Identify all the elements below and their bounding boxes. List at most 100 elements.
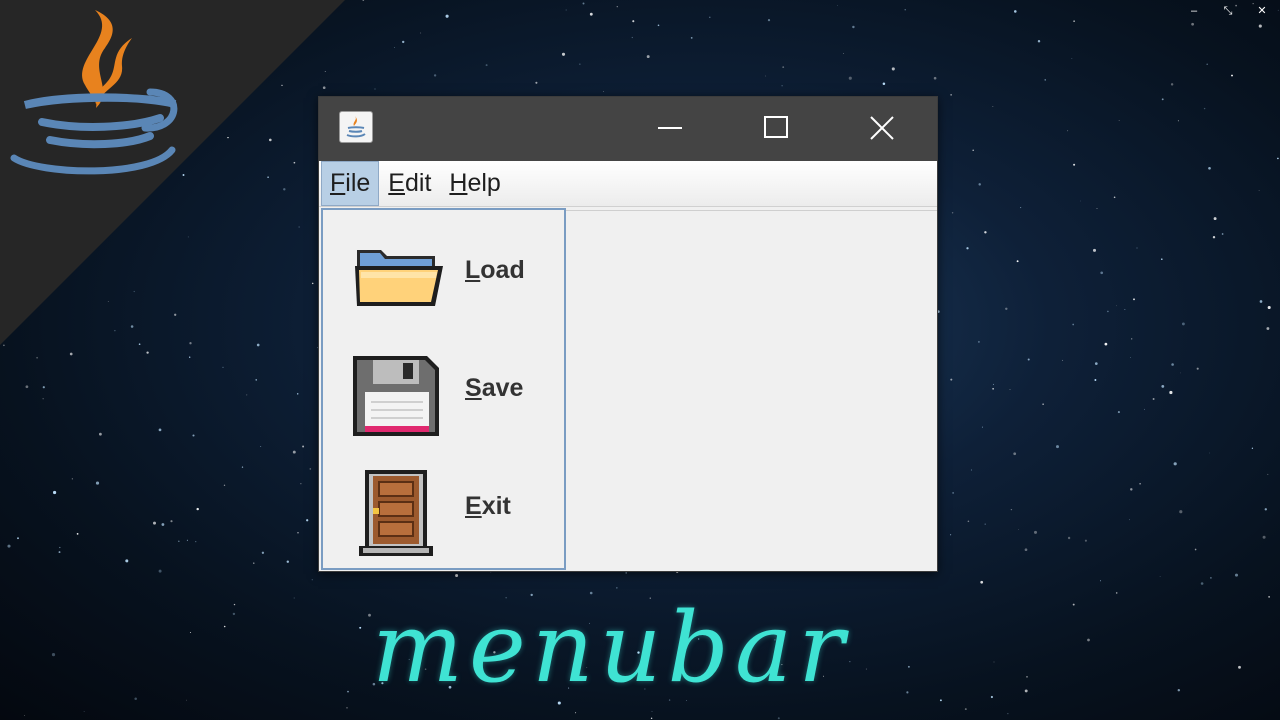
star bbox=[1131, 338, 1133, 340]
star bbox=[1027, 358, 1030, 361]
host-restore-icon[interactable]: ⤡ bbox=[1218, 2, 1238, 20]
star bbox=[1181, 322, 1185, 326]
menu-item-exit-label: xit bbox=[481, 492, 511, 520]
star bbox=[970, 469, 972, 471]
star bbox=[992, 388, 994, 390]
star bbox=[1159, 576, 1161, 577]
menu-item-load-text: Load bbox=[465, 256, 525, 285]
star bbox=[690, 37, 693, 39]
star bbox=[1009, 388, 1011, 390]
star bbox=[1206, 63, 1208, 66]
star bbox=[625, 572, 628, 574]
close-icon[interactable] bbox=[860, 111, 904, 145]
star bbox=[1113, 196, 1116, 199]
star bbox=[950, 94, 952, 96]
star bbox=[1258, 24, 1262, 28]
star bbox=[246, 394, 248, 396]
star bbox=[1096, 208, 1098, 209]
star bbox=[782, 66, 785, 68]
star bbox=[1277, 9, 1279, 11]
star bbox=[1062, 359, 1064, 361]
star bbox=[1209, 452, 1211, 454]
star bbox=[1067, 536, 1071, 540]
star bbox=[1210, 577, 1212, 579]
star bbox=[1231, 74, 1233, 77]
menu-item-load[interactable]: Load bbox=[323, 210, 564, 328]
star bbox=[1014, 10, 1017, 13]
star bbox=[1267, 305, 1271, 310]
star bbox=[1129, 519, 1130, 521]
menu-file[interactable]: File bbox=[321, 161, 380, 206]
star bbox=[192, 434, 195, 437]
star bbox=[1196, 367, 1199, 370]
menu-help-label: elp bbox=[467, 169, 501, 197]
star bbox=[1177, 688, 1181, 692]
star bbox=[561, 52, 566, 56]
star bbox=[59, 546, 61, 549]
star bbox=[1013, 452, 1017, 456]
star bbox=[293, 597, 295, 599]
star bbox=[241, 466, 244, 468]
star bbox=[1026, 676, 1028, 678]
star bbox=[347, 690, 349, 693]
star bbox=[967, 520, 970, 523]
menu-item-exit-mnemonic: E bbox=[465, 492, 482, 520]
star bbox=[603, 91, 605, 92]
title-bar[interactable] bbox=[319, 97, 937, 161]
menu-edit-label: dit bbox=[404, 169, 432, 197]
star bbox=[1251, 447, 1254, 449]
star bbox=[984, 231, 987, 234]
star bbox=[777, 717, 780, 720]
star bbox=[1194, 548, 1197, 551]
star bbox=[1238, 665, 1241, 669]
star bbox=[1234, 573, 1239, 577]
star bbox=[1258, 190, 1260, 191]
minimize-icon[interactable] bbox=[648, 111, 692, 145]
star bbox=[302, 445, 305, 448]
star bbox=[286, 560, 289, 563]
menu-item-exit[interactable]: Exit bbox=[323, 446, 564, 564]
star bbox=[1024, 548, 1028, 552]
star bbox=[1169, 390, 1173, 395]
star bbox=[1072, 603, 1075, 606]
star bbox=[402, 40, 405, 44]
star bbox=[1180, 372, 1181, 374]
star bbox=[1020, 207, 1022, 209]
star bbox=[255, 379, 257, 381]
star bbox=[455, 574, 459, 577]
menu-edit[interactable]: Edit bbox=[379, 161, 440, 206]
app-window: File Edit Help Load Save Exit bbox=[318, 96, 938, 572]
star bbox=[990, 695, 994, 699]
star bbox=[1139, 483, 1141, 485]
star bbox=[306, 519, 309, 522]
menu-help[interactable]: Help bbox=[440, 161, 509, 206]
menu-item-save-text: Save bbox=[465, 374, 523, 403]
star bbox=[292, 450, 296, 454]
star bbox=[158, 428, 162, 432]
star bbox=[951, 212, 954, 214]
content-separator bbox=[565, 210, 937, 211]
star bbox=[1136, 247, 1138, 249]
star bbox=[767, 19, 771, 22]
file-menu-dropdown: Load Save Exit bbox=[321, 208, 566, 570]
star bbox=[1042, 403, 1044, 405]
menu-bar: File Edit Help bbox=[319, 161, 937, 207]
java-cup-icon[interactable] bbox=[339, 111, 373, 143]
star bbox=[158, 569, 162, 573]
star bbox=[765, 75, 767, 77]
door-icon bbox=[351, 466, 443, 558]
star bbox=[1073, 20, 1075, 22]
menu-item-save[interactable]: Save bbox=[323, 328, 564, 446]
host-close-icon[interactable]: ✕ bbox=[1252, 2, 1272, 20]
star bbox=[1005, 307, 1008, 311]
star bbox=[42, 398, 44, 400]
star bbox=[1071, 58, 1073, 59]
star bbox=[1259, 300, 1263, 303]
star bbox=[891, 67, 895, 71]
star bbox=[1133, 298, 1135, 301]
star bbox=[579, 63, 581, 65]
host-minimize-icon[interactable]: – bbox=[1184, 2, 1204, 20]
star bbox=[1221, 233, 1224, 235]
star bbox=[1161, 385, 1165, 388]
maximize-icon[interactable] bbox=[753, 111, 797, 145]
